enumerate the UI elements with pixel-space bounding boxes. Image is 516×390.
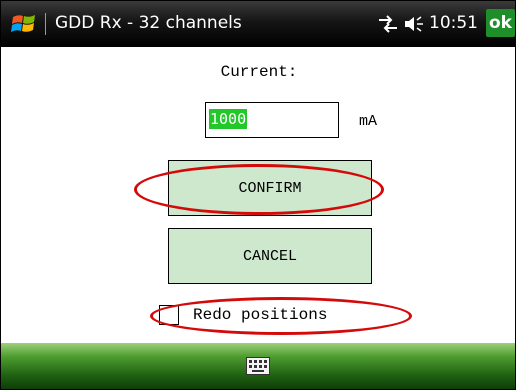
current-label: Current: <box>220 63 298 81</box>
confirm-button[interactable]: CONFIRM <box>168 160 372 216</box>
app-window: GDD Rx - 32 channels 10:51 ok Current: 1… <box>0 0 516 390</box>
keyboard-icon[interactable] <box>246 357 270 375</box>
cancel-button[interactable]: CANCEL <box>168 228 372 284</box>
redo-positions-label[interactable]: Redo positions <box>193 306 327 324</box>
ok-button[interactable]: ok <box>486 9 515 37</box>
windows-flag-icon[interactable] <box>11 12 37 36</box>
window-title: GDD Rx - 32 channels <box>55 13 242 33</box>
current-input[interactable]: 1000 <box>205 102 339 138</box>
softkey-bar <box>1 343 515 389</box>
title-bar: GDD Rx - 32 channels 10:51 ok <box>1 1 515 47</box>
redo-positions-checkbox[interactable] <box>159 305 179 325</box>
current-value: 1000 <box>209 109 248 129</box>
clock[interactable]: 10:51 <box>429 13 478 33</box>
title-separator <box>45 13 46 35</box>
volume-icon[interactable] <box>403 15 425 33</box>
unit-label: mA <box>359 113 378 130</box>
connectivity-icon[interactable] <box>377 15 399 33</box>
